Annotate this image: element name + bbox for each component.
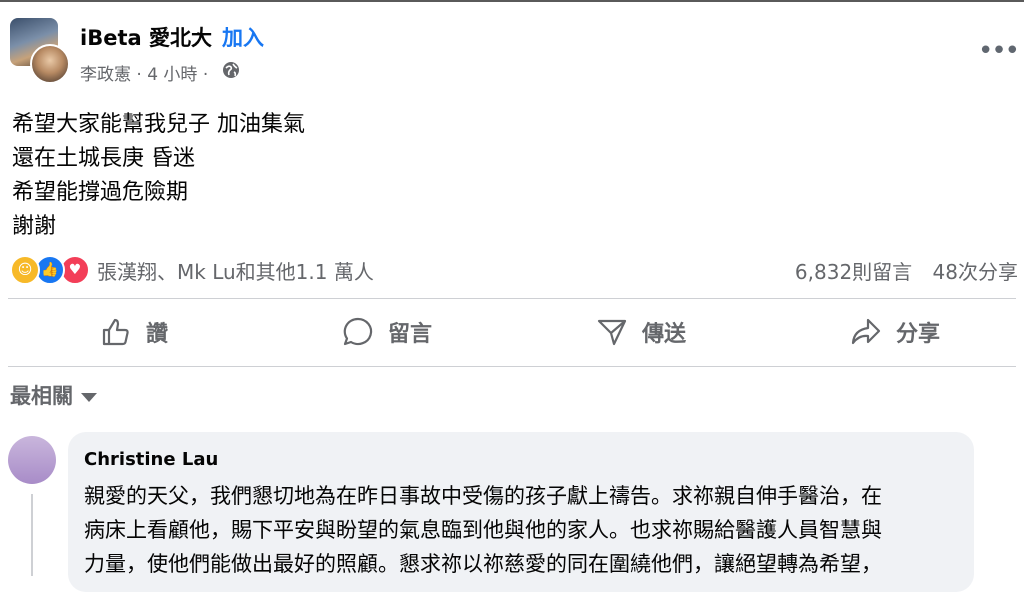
comments-count-link[interactable]: 6,832則留言 xyxy=(795,260,912,284)
post-text-line: 謝謝 xyxy=(12,214,57,239)
group-name-link[interactable]: iBeta 愛北大 xyxy=(80,22,212,52)
engagement-counts: 6,832則留言 48次分享 xyxy=(781,256,1018,285)
comment-label: 留言 xyxy=(388,322,433,347)
commenter-avatar[interactable] xyxy=(8,436,56,484)
divider xyxy=(8,298,1016,299)
share-arrow-icon xyxy=(851,318,881,345)
like-label: 讚 xyxy=(146,322,169,347)
thread-line xyxy=(31,494,33,576)
post-text-line: 希望能撐過危險期 xyxy=(12,180,189,205)
comment-text-line: 親愛的天父，我們懇切地為在昨日事故中受傷的孩子獻上禱告。求祢親自伸手醫治，在 xyxy=(84,484,882,508)
sort-label: 最相關 xyxy=(10,384,73,408)
like-button[interactable]: 讚 xyxy=(100,312,168,352)
send-icon xyxy=(597,319,627,346)
join-group-link[interactable]: 加入 xyxy=(222,22,264,52)
comment-bubble-icon xyxy=(343,317,373,346)
shares-count-link[interactable]: 48次分享 xyxy=(933,260,1018,284)
reactions-summary[interactable]: 張漢翔、Mk Lu和其他1.1 萬人 xyxy=(97,256,374,285)
thumbs-up-icon xyxy=(102,318,129,346)
author-avatar[interactable] xyxy=(30,44,70,84)
post-text-line: 還在土城長庚 昏迷 xyxy=(12,146,195,171)
send-button[interactable]: 傳送 xyxy=(596,312,686,352)
comment-text-line: 病床上看顧他，賜下平安與盼望的氣息臨到他與他的家人。也求祢賜給醫護人員智慧與 xyxy=(84,518,882,542)
post-meta: 李政憲 · 4 小時 · xyxy=(80,65,209,85)
globe-icon xyxy=(223,62,239,78)
caret-down-icon xyxy=(81,392,97,402)
top-border xyxy=(0,0,1024,2)
separator-dot: · xyxy=(195,22,202,46)
share-button[interactable]: 分享 xyxy=(850,312,940,352)
care-reaction-icon[interactable]: ☺ xyxy=(10,255,40,285)
share-label: 分享 xyxy=(896,322,941,347)
commenter-name-link[interactable]: Christine Lau xyxy=(84,449,218,470)
divider xyxy=(8,366,1016,367)
comment-button[interactable]: 留言 xyxy=(342,312,432,352)
send-label: 傳送 xyxy=(642,322,687,347)
more-options-icon[interactable]: ••• xyxy=(978,36,1020,66)
comment-sort-dropdown[interactable]: 最相關 xyxy=(10,380,97,410)
comment-text-line: 力量，使他們能做出最好的照顧。懇求祢以祢慈愛的同在圍繞他們，讓絕望轉為希望， xyxy=(84,552,882,576)
post-text-line: 希望大家能幫我兒子 加油集氣 xyxy=(12,112,305,137)
